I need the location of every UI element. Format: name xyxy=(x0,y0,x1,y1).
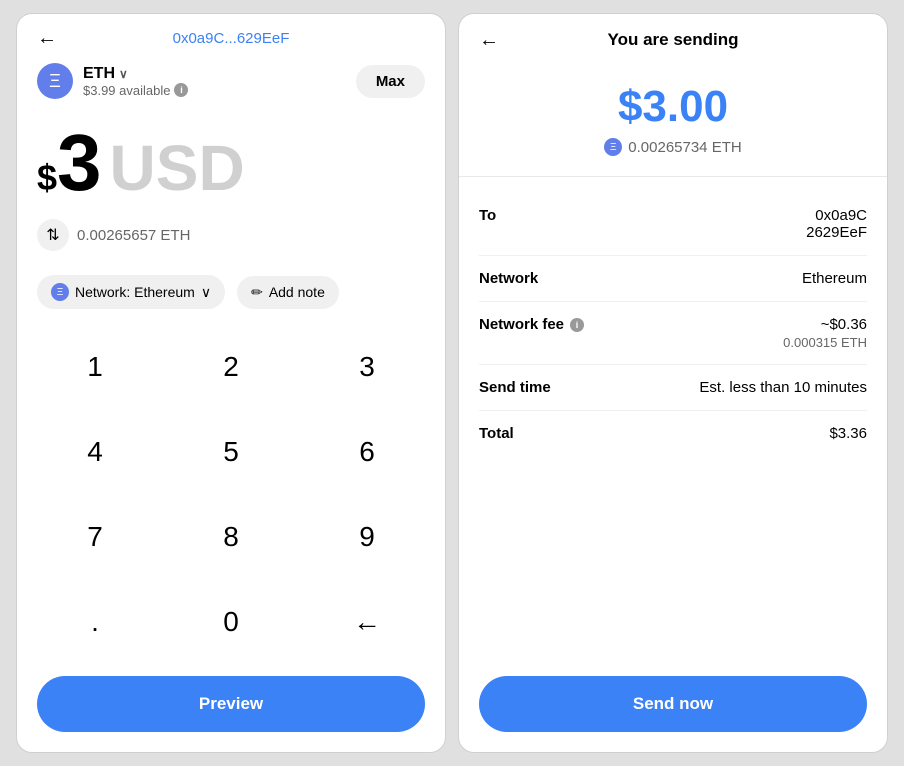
numpad-key-2[interactable]: 2 xyxy=(163,325,299,410)
token-name[interactable]: ETH ∨ xyxy=(83,65,188,83)
total-label: Total xyxy=(479,425,514,442)
fee-label-container: Network fee i xyxy=(479,316,584,333)
numpad-key-dot[interactable]: . xyxy=(27,579,163,664)
network-value: Ethereum xyxy=(802,270,867,287)
to-address-line2: 2629EeF xyxy=(806,224,867,241)
token-info: Ξ ETH ∨ $3.99 available i xyxy=(37,63,188,99)
fee-label: Network fee xyxy=(479,316,564,333)
numpad-key-0[interactable]: 0 xyxy=(163,579,299,664)
wallet-address[interactable]: 0x0a9C...629EeF xyxy=(173,30,290,47)
swap-icon: ⇅ xyxy=(46,225,59,245)
numpad-key-3[interactable]: 3 xyxy=(299,325,435,410)
network-button[interactable]: Ξ Network: Ethereum ∨ xyxy=(37,275,225,309)
numpad-key-1[interactable]: 1 xyxy=(27,325,163,410)
sending-usd: $3.00 xyxy=(618,82,728,132)
numpad: 123 456 789.0← xyxy=(17,325,445,664)
dollar-sign: $ xyxy=(37,157,57,199)
confirm-screen: ← You are sending $3.00 Ξ 0.00265734 ETH… xyxy=(458,13,888,753)
send-header: ← 0x0a9C...629EeF xyxy=(17,14,445,55)
eth-equivalent: 0.00265657 ETH xyxy=(77,227,190,244)
send-time-label: Send time xyxy=(479,379,551,396)
preview-button[interactable]: Preview xyxy=(37,676,425,732)
details-section: To 0x0a9C 2629EeF Network Ethereum Netwo… xyxy=(459,177,887,664)
amount-value: 3 xyxy=(57,123,102,203)
balance-info-icon[interactable]: i xyxy=(174,83,188,97)
network-label: Network: Ethereum xyxy=(75,284,195,300)
sending-amount-section: $3.00 Ξ 0.00265734 ETH xyxy=(459,58,887,177)
numpad-key-6[interactable]: 6 xyxy=(299,410,435,495)
network-chevron: ∨ xyxy=(201,284,211,301)
numpad-key-5[interactable]: 5 xyxy=(163,410,299,495)
options-row: Ξ Network: Ethereum ∨ ✏ Add note xyxy=(17,267,445,325)
sending-eth-row: Ξ 0.00265734 ETH xyxy=(604,138,741,156)
swap-button[interactable]: ⇅ xyxy=(37,219,69,251)
token-details: ETH ∨ $3.99 available i xyxy=(83,65,188,98)
to-address: 0x0a9C 2629EeF xyxy=(806,207,867,241)
numpad-key-4[interactable]: 4 xyxy=(27,410,163,495)
confirm-title: You are sending xyxy=(608,30,739,50)
add-note-button[interactable]: ✏ Add note xyxy=(237,276,339,309)
network-row: Network Ethereum xyxy=(479,256,867,302)
to-row: To 0x0a9C 2629EeF xyxy=(479,193,867,256)
numpad-key-7[interactable]: 7 xyxy=(27,495,163,580)
fee-row: Network fee i ~$0.36 0.000315 ETH xyxy=(479,302,867,365)
fee-eth: 0.000315 ETH xyxy=(783,335,867,350)
numpad-key-8[interactable]: 8 xyxy=(163,495,299,580)
token-balance: $3.99 available i xyxy=(83,83,188,98)
pencil-icon: ✏ xyxy=(251,284,263,301)
numpad-key-backspace[interactable]: ← xyxy=(299,579,435,664)
fee-value-container: ~$0.36 0.000315 ETH xyxy=(783,316,867,350)
total-row: Total $3.36 xyxy=(479,411,867,456)
fee-usd: ~$0.36 xyxy=(783,316,867,333)
token-chevron: ∨ xyxy=(119,67,128,81)
amount-display: $ 3 USD xyxy=(17,107,445,211)
to-label: To xyxy=(479,207,496,224)
token-row: Ξ ETH ∨ $3.99 available i Max xyxy=(17,55,445,107)
eth-amount-row: ⇅ 0.00265657 ETH xyxy=(17,211,445,267)
eth-icon: Ξ xyxy=(37,63,73,99)
max-button[interactable]: Max xyxy=(356,65,425,98)
send-screen: ← 0x0a9C...629EeF Ξ ETH ∨ $3.99 availabl… xyxy=(16,13,446,753)
send-now-button[interactable]: Send now xyxy=(479,676,867,732)
sending-eth: 0.00265734 ETH xyxy=(628,139,741,156)
network-eth-icon: Ξ xyxy=(51,283,69,301)
total-value: $3.36 xyxy=(829,425,867,442)
fee-info-icon[interactable]: i xyxy=(570,318,584,332)
back-button[interactable]: ← xyxy=(37,27,57,50)
add-note-label: Add note xyxy=(269,284,325,300)
numpad-key-9[interactable]: 9 xyxy=(299,495,435,580)
currency-label: USD xyxy=(110,136,245,200)
confirm-header: ← You are sending xyxy=(459,14,887,58)
send-time-value: Est. less than 10 minutes xyxy=(699,379,867,396)
send-time-row: Send time Est. less than 10 minutes xyxy=(479,365,867,411)
sending-eth-icon: Ξ xyxy=(604,138,622,156)
confirm-back-button[interactable]: ← xyxy=(479,29,499,52)
network-label: Network xyxy=(479,270,538,287)
to-address-line1: 0x0a9C xyxy=(806,207,867,224)
